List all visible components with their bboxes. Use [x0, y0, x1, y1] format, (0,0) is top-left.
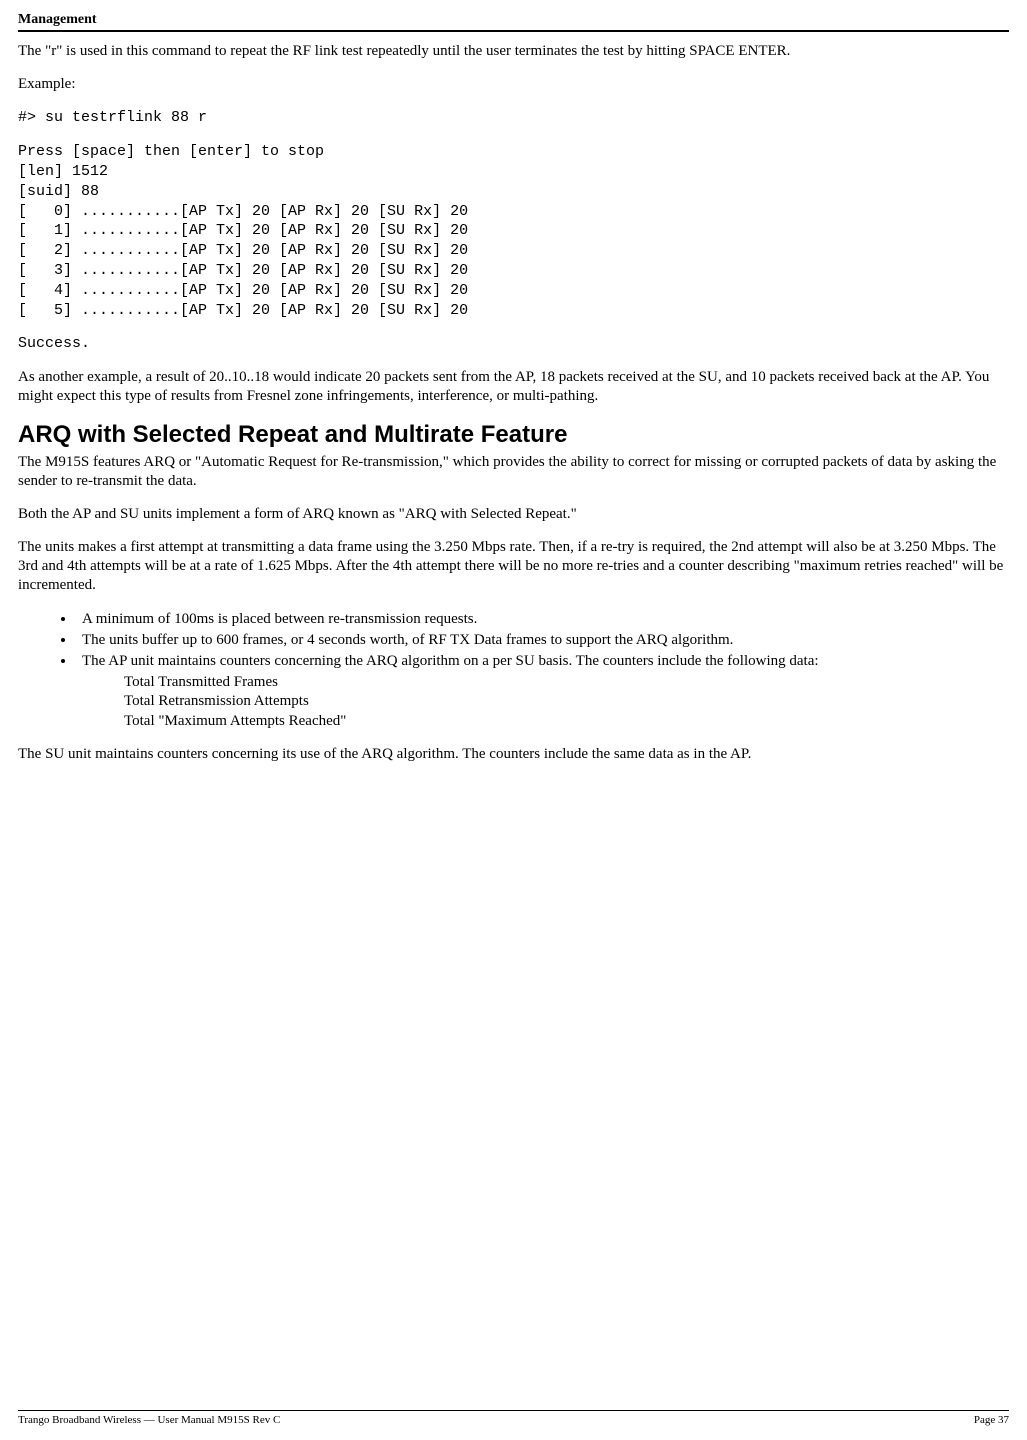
page-content: Management The "r" is used in this comma… [0, 0, 1027, 764]
list-item: A minimum of 100ms is placed between re-… [76, 610, 1009, 629]
page-footer: Trango Broadband Wireless — User Manual … [18, 1410, 1009, 1426]
footer-left: Trango Broadband Wireless — User Manual … [18, 1414, 280, 1426]
example-label: Example: [18, 75, 1009, 94]
paragraph-intro: The "r" is used in this command to repea… [18, 42, 1009, 61]
success-line: Success. [18, 334, 1009, 354]
paragraph-arq-3: The units makes a first attempt at trans… [18, 538, 1009, 596]
list-item: The units buffer up to 600 frames, or 4 … [76, 631, 1009, 650]
sublist-item: Total Retransmission Attempts [124, 692, 1009, 711]
footer-rule [18, 1410, 1009, 1411]
header-rule [18, 30, 1009, 32]
section-heading-arq: ARQ with Selected Repeat and Multirate F… [18, 421, 1009, 449]
terminal-output: Press [space] then [enter] to stop [len]… [18, 142, 1009, 320]
running-header: Management [18, 12, 1009, 30]
list-item: The AP unit maintains counters concernin… [76, 652, 1009, 731]
paragraph-arq-1: The M915S features ARQ or "Automatic Req… [18, 453, 1009, 491]
bullet-list: A minimum of 100ms is placed between re-… [18, 610, 1009, 731]
sublist: Total Transmitted Frames Total Retransmi… [82, 673, 1009, 731]
footer-row: Trango Broadband Wireless — User Manual … [18, 1414, 1009, 1426]
footer-right: Page 37 [974, 1414, 1009, 1426]
list-item-text: The AP unit maintains counters concernin… [82, 653, 819, 669]
paragraph-arq-4: The SU unit maintains counters concernin… [18, 745, 1009, 764]
sublist-item: Total Transmitted Frames [124, 673, 1009, 692]
paragraph-arq-2: Both the AP and SU units implement a for… [18, 505, 1009, 524]
command-line: #> su testrflink 88 r [18, 108, 1009, 128]
sublist-item: Total "Maximum Attempts Reached" [124, 712, 1009, 731]
paragraph-example2: As another example, a result of 20..10..… [18, 368, 1009, 406]
